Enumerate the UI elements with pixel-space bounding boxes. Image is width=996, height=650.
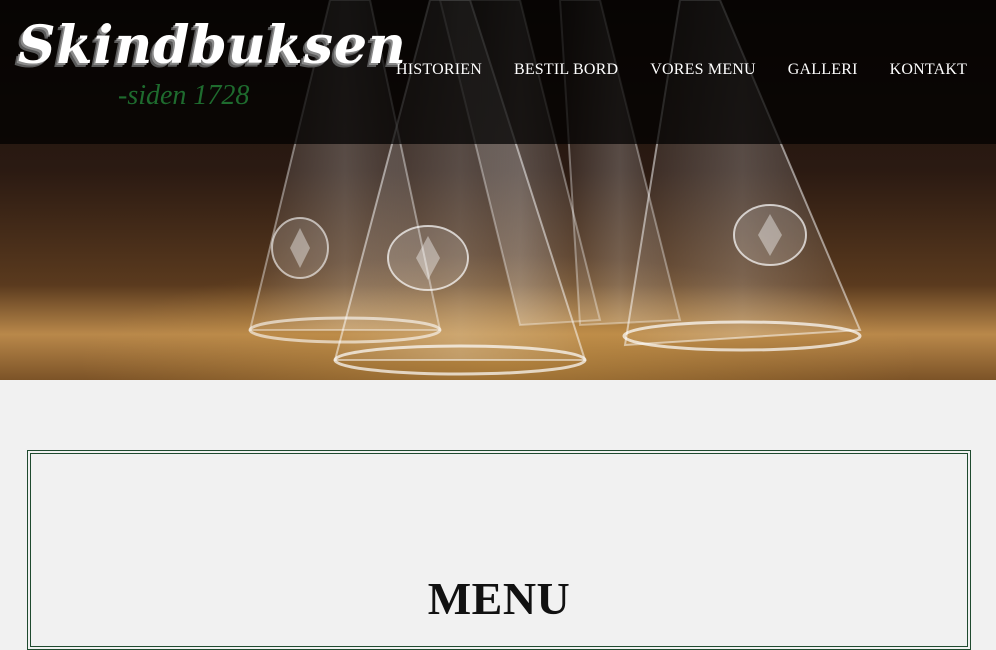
logo-name: Skindbuksen xyxy=(18,15,407,76)
main-navigation: HISTORIEN BESTIL BORD VORES MENU GALLERI… xyxy=(396,61,967,79)
nav-item-kontakt[interactable]: KONTAKT xyxy=(890,61,967,79)
logo-tagline: -siden 1728 xyxy=(118,80,250,111)
menu-heading: MENU xyxy=(427,572,571,624)
nav-item-vores-menu[interactable]: VORES MENU xyxy=(650,61,756,79)
site-logo[interactable]: Skindbuksen -siden 1728 xyxy=(18,15,407,112)
nav-item-bestil-bord[interactable]: BESTIL BORD xyxy=(514,61,618,79)
hero-banner: Skindbuksen -siden 1728 HISTORIEN BESTIL… xyxy=(0,0,996,380)
nav-item-galleri[interactable]: GALLERI xyxy=(788,61,858,79)
nav-item-historien[interactable]: HISTORIEN xyxy=(396,61,482,79)
menu-section: MENU xyxy=(27,450,971,650)
